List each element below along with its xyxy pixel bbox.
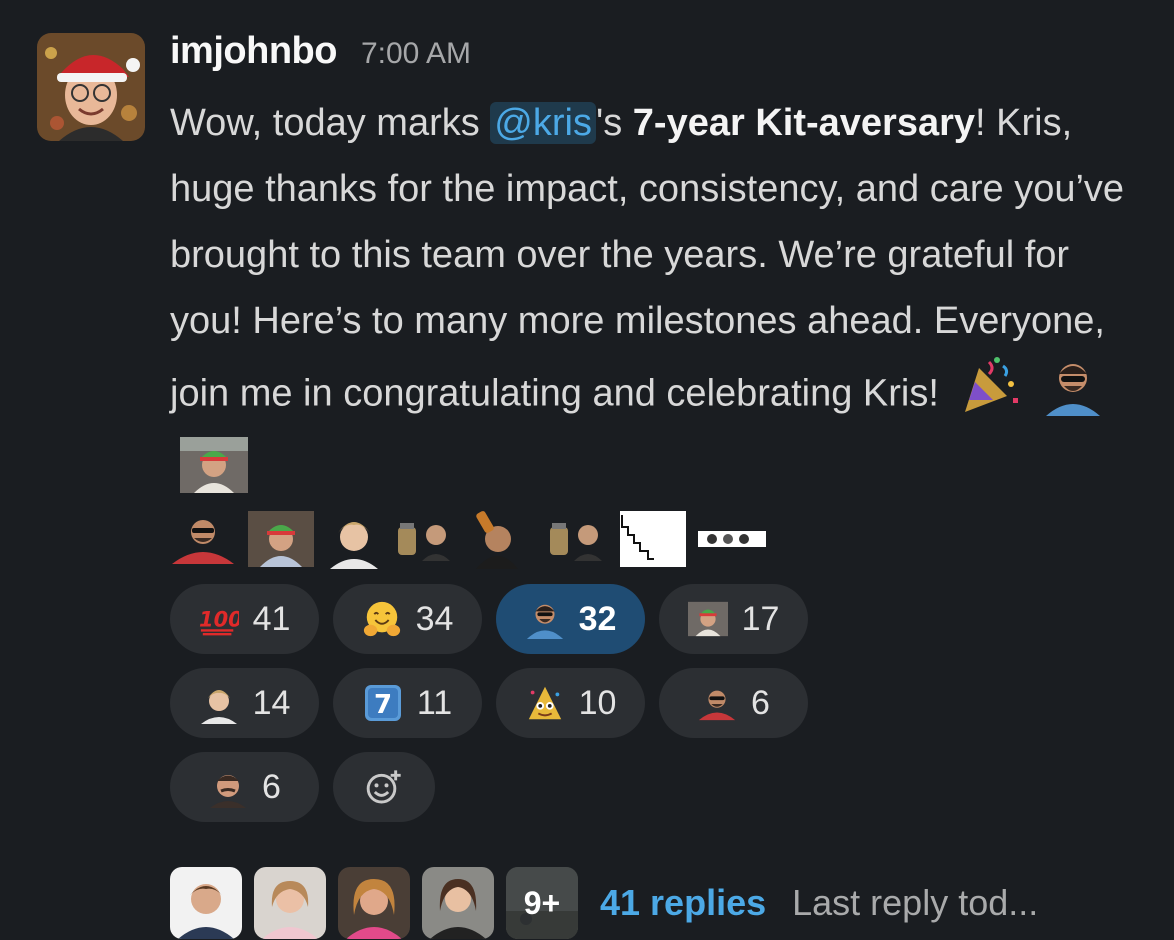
custom-stairs-emoji	[620, 510, 686, 572]
custom-person-santa-hat-emoji	[687, 599, 728, 639]
hundred-points-icon: 100	[199, 599, 239, 639]
reaction-count: 14	[252, 683, 291, 722]
reaction-custom-person-santa-hat[interactable]: 17	[659, 584, 808, 654]
party-popper-icon	[959, 354, 1021, 437]
custom-drinking-emoji	[468, 509, 534, 574]
reaction-hundred-points[interactable]: 100 41	[170, 584, 319, 654]
author-name[interactable]: imjohnbo	[170, 30, 337, 73]
inline-emoji-row	[170, 510, 1130, 572]
reaction-count: 6	[262, 767, 281, 806]
message-body: Wow, today marks @kris's 7-year Kit-aver…	[170, 90, 1130, 514]
message-timestamp[interactable]: 7:00 AM	[361, 37, 471, 71]
reactions-bar: 100 41 34 32 17 14 7 11 10 6 6	[170, 584, 910, 822]
custom-person-santa-hat-2-emoji	[248, 510, 314, 572]
user-mention[interactable]: @kris	[490, 102, 596, 144]
message-bold-text: 7-year Kit-aversary	[632, 102, 976, 144]
add-reaction-icon	[364, 767, 404, 807]
reaction-count: 6	[751, 683, 770, 722]
reaction-count: 34	[415, 599, 454, 638]
message-content: imjohnbo 7:00 AM Wow, today marks @kris '…	[170, 30, 1130, 940]
message-text: 's	[595, 102, 633, 144]
reaction-custom-person-sunglasses-2[interactable]: 6	[659, 668, 808, 738]
reaction-count: 17	[741, 599, 780, 638]
message-header: imjohnbo 7:00 AM	[170, 30, 1130, 86]
thread-summary[interactable]: 9+ 41 replies Last reply tod...	[170, 866, 1130, 940]
replies-link[interactable]: 41 replies	[600, 882, 766, 924]
svg-text:100: 100	[199, 608, 239, 632]
reaction-custom-party-creature[interactable]: 10	[496, 668, 645, 738]
author-avatar[interactable]	[37, 33, 145, 141]
custom-jars-2-emoji	[546, 517, 608, 566]
svg-text:7: 7	[374, 690, 392, 720]
reaction-hugging-face[interactable]: 34	[333, 584, 482, 654]
message-text: Wow, today marks	[170, 102, 491, 144]
custom-group-emoji	[698, 530, 766, 552]
keycap-seven-icon: 7	[363, 683, 403, 723]
reaction-custom-person-mustache[interactable]: 6	[170, 752, 319, 822]
reaction-count: 32	[578, 599, 617, 638]
custom-person-santa-hat-emoji	[180, 437, 248, 514]
hugging-face-icon	[362, 599, 402, 639]
reaction-custom-person-sunglasses[interactable]: 32	[496, 584, 645, 654]
custom-person-mustache-emoji	[208, 767, 248, 808]
reaction-custom-person-blond[interactable]: 14	[170, 668, 319, 738]
custom-person-sunglasses-2-emoji	[170, 514, 236, 569]
reaction-keycap-seven[interactable]: 7 11	[333, 668, 482, 738]
custom-person-sunglasses-emoji	[1042, 354, 1104, 437]
add-reaction-button[interactable]	[333, 752, 435, 822]
custom-jars-emoji	[394, 517, 456, 566]
custom-person-blond-emoji	[326, 509, 382, 574]
custom-person-sunglasses-emoji	[525, 599, 565, 639]
custom-person-blond-emoji	[199, 683, 239, 724]
reaction-count: 11	[416, 683, 453, 722]
custom-person-sunglasses-2-emoji	[697, 683, 737, 723]
reaction-count: 10	[578, 683, 617, 722]
custom-party-creature-emoji	[525, 683, 565, 723]
last-reply-text: Last reply tod...	[792, 882, 1039, 923]
reaction-count: 41	[252, 599, 291, 638]
